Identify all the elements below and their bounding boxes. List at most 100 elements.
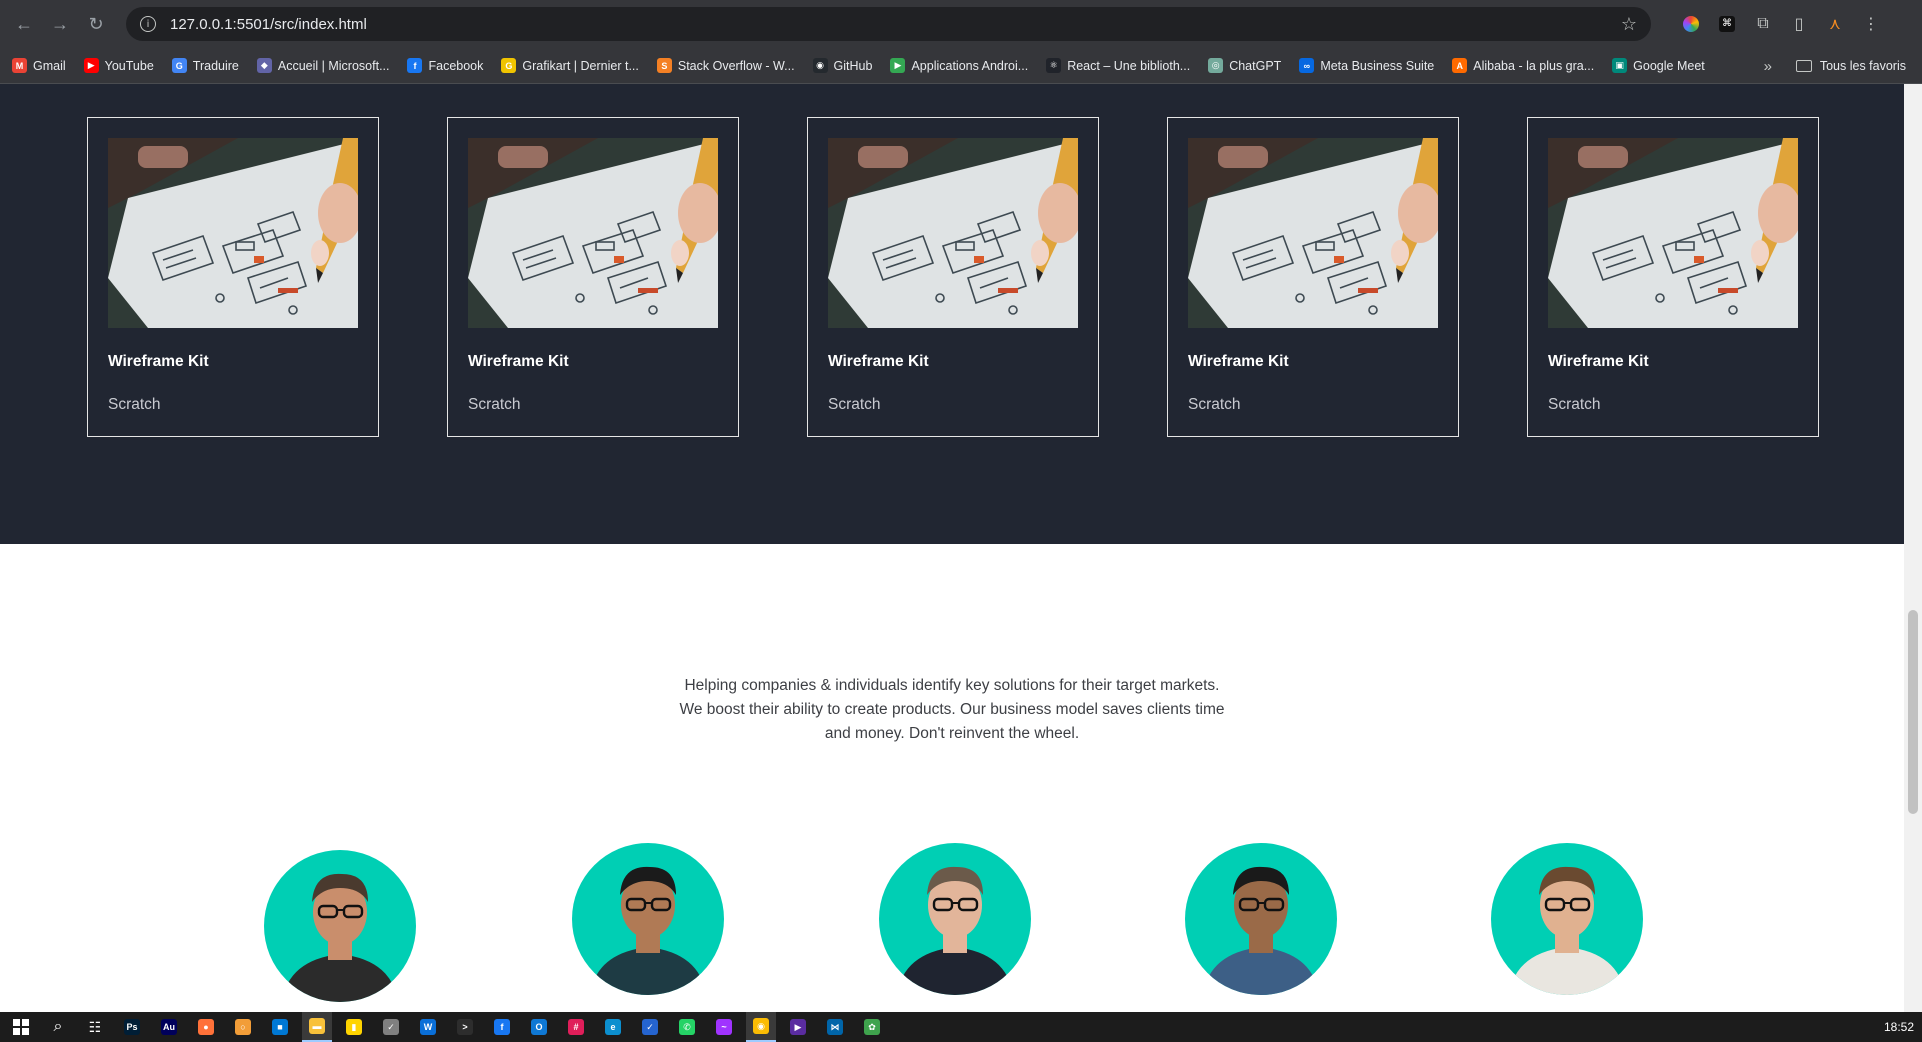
game-app-icon[interactable]: ✿ [857, 1012, 887, 1042]
portfolio-section: Wireframe Kit Scratch Wireframe Kit Scra… [0, 84, 1904, 544]
bookmark-star-icon[interactable]: ☆ [1621, 14, 1637, 35]
bookmark-label: Alibaba - la plus gra... [1473, 58, 1595, 73]
bookmark-item[interactable]: S Stack Overflow - W... [656, 58, 795, 73]
facebook-icon[interactable]: f [487, 1012, 517, 1042]
bookmark-item[interactable]: ◉ GitHub [812, 58, 873, 73]
extensions-puzzle-icon[interactable]: ⧉ [1745, 6, 1781, 42]
bookmark-label: GitHub [833, 58, 873, 73]
chrome-icon[interactable]: ◉ [746, 1012, 776, 1042]
bookmark-favicon-icon: G [171, 58, 187, 73]
bookmark-favicon-icon: ◎ [1208, 58, 1224, 73]
forward-arrow-icon[interactable]: → [42, 6, 78, 42]
app-check-icon[interactable]: ✓ [376, 1012, 406, 1042]
wireframe-sketch-image [828, 138, 1078, 328]
back-arrow-icon[interactable]: ← [6, 6, 42, 42]
media-player-icon[interactable]: ▶ [783, 1012, 813, 1042]
bookmark-item[interactable]: ⚛ React – Une biblioth... [1046, 58, 1190, 73]
folder-icon [1795, 60, 1812, 72]
dark-extension-icon[interactable]: ⌘ [1709, 6, 1745, 42]
wireframe-sketch-image [1548, 138, 1798, 328]
all-bookmarks-button[interactable]: Tous les favoris [1795, 48, 1906, 84]
edge-icon[interactable]: e [598, 1012, 628, 1042]
card-thumbnail [1548, 138, 1798, 328]
bookmark-item[interactable]: A Alibaba - la plus gra... [1452, 58, 1594, 73]
person-portrait-image [282, 873, 398, 1002]
portfolio-card[interactable]: Wireframe Kit Scratch [807, 117, 1099, 437]
terminal-icon[interactable]: > [450, 1012, 480, 1042]
search-tool-icon[interactable]: ○ [228, 1012, 258, 1042]
site-info-icon[interactable]: i [140, 16, 156, 32]
task-view-icon[interactable]: ☷ [80, 1012, 110, 1042]
wireframe-sketch-image [1188, 138, 1438, 328]
portfolio-card[interactable]: Wireframe Kit Scratch [1527, 117, 1819, 437]
webstorm-icon[interactable]: W [413, 1012, 443, 1042]
all-bookmarks-label: Tous les favoris [1819, 59, 1906, 73]
address-bar[interactable]: i 127.0.0.1:5501/src/index.html ☆ [126, 7, 1651, 41]
scrollbar-thumb[interactable] [1908, 610, 1918, 814]
bookmark-item[interactable]: f Facebook [407, 58, 483, 73]
profile-avatar-icon[interactable]: ⋏ [1817, 6, 1853, 42]
taskbar-clock[interactable]: 18:52 [1884, 1012, 1914, 1042]
card-title: Wireframe Kit [1188, 353, 1289, 370]
file-explorer-icon[interactable]: ▬ [302, 1012, 332, 1042]
bookmark-label: React – Une biblioth... [1067, 58, 1191, 73]
bookmark-favicon-icon: ▶ [83, 58, 99, 73]
bookmark-item[interactable]: M Gmail [12, 58, 66, 73]
sticky-notes-icon[interactable]: ▮ [339, 1012, 369, 1042]
firefox-icon[interactable]: ● [191, 1012, 221, 1042]
bookmark-favicon-icon: ▶ [890, 58, 906, 73]
side-panel-icon[interactable]: ▯ [1781, 6, 1817, 42]
bookmark-item[interactable]: ▣ Google Meet [1612, 58, 1705, 73]
card-title: Wireframe Kit [468, 353, 569, 370]
messenger-icon[interactable]: ~ [709, 1012, 739, 1042]
bookmark-label: Google Meet [1633, 58, 1705, 73]
todo-icon[interactable]: ✓ [635, 1012, 665, 1042]
bookmark-item[interactable]: ∞ Meta Business Suite [1299, 58, 1434, 73]
about-text: Helping companies & individuals identify… [660, 674, 1244, 746]
bookmark-label: ChatGPT [1229, 58, 1282, 73]
card-subtitle: Scratch [468, 396, 521, 413]
person-portrait-image [1509, 866, 1625, 995]
outlook-icon[interactable]: O [524, 1012, 554, 1042]
browser-toolbar: ← → ↻ i 127.0.0.1:5501/src/index.html ☆ … [0, 0, 1922, 48]
menu-kebab-icon[interactable]: ⋮ [1853, 6, 1889, 42]
store-icon[interactable]: ■ [265, 1012, 295, 1042]
wireframe-sketch-image [468, 138, 718, 328]
bookmarks-bar: M Gmail ▶ YouTube G Traduire ◆ Accueil | Micros… [0, 48, 1922, 84]
person-portrait-image [1203, 866, 1319, 995]
more-bookmarks-chevron-icon[interactable]: » [1764, 48, 1772, 84]
bookmark-item[interactable]: G Grafikart | Dernier t... [501, 58, 639, 73]
team-member-avatar [572, 843, 724, 995]
card-title: Wireframe Kit [108, 353, 209, 370]
photoshop-icon[interactable]: Ps [117, 1012, 147, 1042]
page-scrollbar[interactable] [1904, 84, 1922, 1012]
bookmark-label: Meta Business Suite [1320, 58, 1435, 73]
bookmark-item[interactable]: ◎ ChatGPT [1208, 58, 1281, 73]
reload-icon[interactable]: ↻ [78, 6, 114, 42]
vscode-icon[interactable]: ⋈ [820, 1012, 850, 1042]
slack-icon[interactable]: # [561, 1012, 591, 1042]
bookmark-favicon-icon: G [501, 58, 517, 73]
search-icon[interactable]: ⌕ [43, 1012, 73, 1042]
card-subtitle: Scratch [108, 396, 161, 413]
url-text[interactable]: 127.0.0.1:5501/src/index.html [170, 16, 1621, 33]
portfolio-card[interactable]: Wireframe Kit Scratch [87, 117, 379, 437]
bookmark-item[interactable]: ▶ YouTube [83, 58, 154, 73]
portfolio-card[interactable]: Wireframe Kit Scratch [1167, 117, 1459, 437]
about-line-3: and money. Don't reinvent the wheel. [824, 725, 1080, 742]
bookmark-label: Accueil | Microsoft... [277, 58, 390, 73]
card-thumbnail [828, 138, 1078, 328]
wireframe-sketch-image [108, 138, 358, 328]
windows-start-icon[interactable] [6, 1012, 36, 1042]
color-extension-icon[interactable] [1673, 6, 1709, 42]
portfolio-card[interactable]: Wireframe Kit Scratch [447, 117, 739, 437]
bookmark-label: Applications Androi... [911, 58, 1029, 73]
team-member-avatar [1491, 843, 1643, 995]
audition-icon[interactable]: Au [154, 1012, 184, 1042]
bookmark-favicon-icon: A [1452, 58, 1468, 73]
card-subtitle: Scratch [828, 396, 881, 413]
whatsapp-icon[interactable]: ✆ [672, 1012, 702, 1042]
bookmark-item[interactable]: ▶ Applications Androi... [890, 58, 1028, 73]
bookmark-item[interactable]: G Traduire [171, 58, 239, 73]
bookmark-item[interactable]: ◆ Accueil | Microsoft... [256, 58, 390, 73]
